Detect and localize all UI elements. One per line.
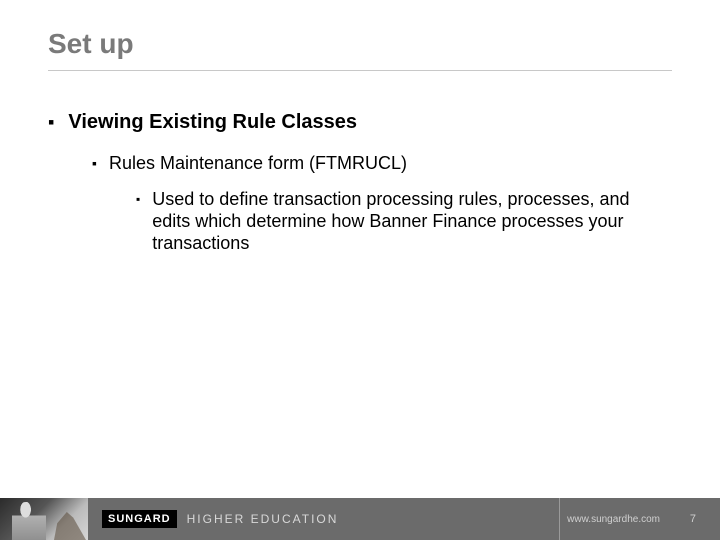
footer-url: www.sungardhe.com	[567, 498, 660, 540]
bullet-level-1-text: Viewing Existing Rule Classes	[68, 110, 357, 134]
slide: Set up ▪ Viewing Existing Rule Classes ▪…	[0, 0, 720, 540]
footer-bar: SUNGARD HIGHER EDUCATION www.sungardhe.c…	[0, 498, 720, 540]
title-divider	[48, 70, 672, 71]
page-number: 7	[690, 498, 696, 540]
square-bullet-icon: ▪	[48, 110, 54, 134]
brand-subtitle: HIGHER EDUCATION	[187, 512, 339, 526]
square-bullet-icon: ▪	[136, 188, 140, 210]
bullet-level-3: ▪ Used to define transaction processing …	[136, 188, 672, 254]
slide-title: Set up	[48, 28, 134, 60]
content-area: ▪ Viewing Existing Rule Classes ▪ Rules …	[48, 110, 672, 264]
brand-mark: SUNGARD	[102, 510, 177, 528]
bullet-level-2: ▪ Rules Maintenance form (FTMRUCL)	[92, 152, 672, 174]
footer-separator	[559, 498, 560, 540]
brand-block: SUNGARD HIGHER EDUCATION	[102, 510, 338, 528]
footer-photo	[0, 498, 88, 540]
bullet-level-2-text: Rules Maintenance form (FTMRUCL)	[109, 152, 407, 174]
square-bullet-icon: ▪	[92, 152, 97, 174]
bullet-level-1: ▪ Viewing Existing Rule Classes	[48, 110, 672, 134]
bullet-level-3-text: Used to define transaction processing ru…	[152, 188, 652, 254]
